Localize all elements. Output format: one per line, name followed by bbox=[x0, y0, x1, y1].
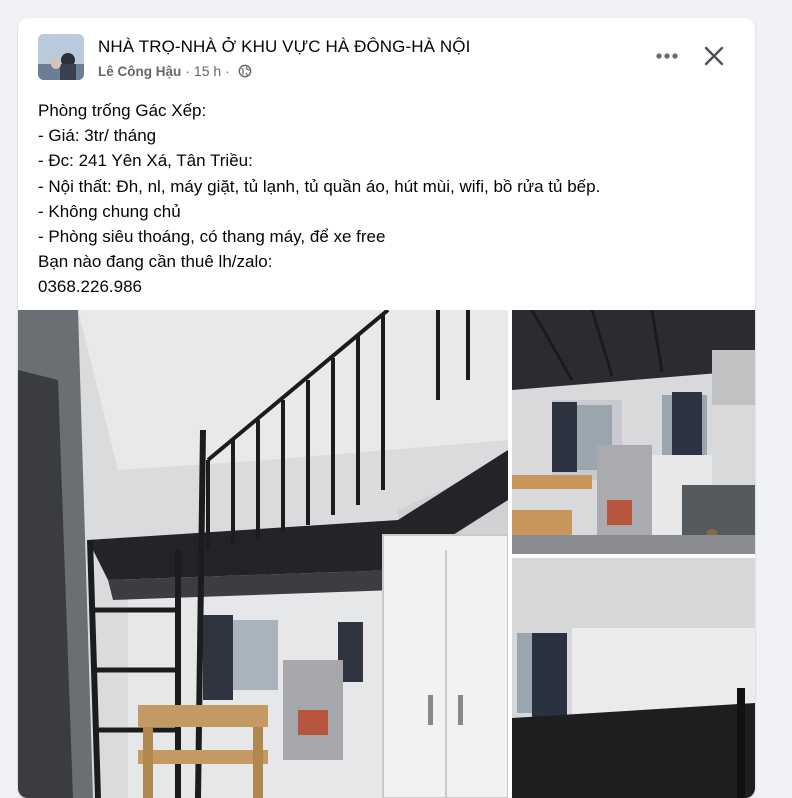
more-options-icon bbox=[656, 53, 678, 59]
post-card: NHÀ TRỌ-NHÀ Ở KHU VỰC HÀ ĐÔNG-HÀ NỘI Lê … bbox=[18, 18, 755, 798]
post-meta: Lê Công Hậu · 15 h · bbox=[98, 63, 252, 79]
post-line: Bạn nào đang cần thuê lh/zalo: bbox=[38, 252, 273, 272]
photo-main[interactable] bbox=[18, 310, 508, 798]
meta-separator-2: · bbox=[225, 63, 230, 79]
close-button[interactable] bbox=[698, 40, 730, 72]
photo-room[interactable] bbox=[512, 558, 755, 798]
group-avatar[interactable] bbox=[38, 34, 84, 80]
photo-kitchen[interactable] bbox=[512, 310, 755, 554]
post-line: Phòng trống Gác Xếp: bbox=[38, 101, 207, 120]
post-line: - Phòng siêu thoáng, có thang máy, để xe… bbox=[38, 227, 386, 247]
post-body: Phòng trống Gác Xếp: - Giá: 3tr/ tháng -… bbox=[38, 98, 738, 300]
post-header: NHÀ TRỌ-NHÀ Ở KHU VỰC HÀ ĐÔNG-HÀ NỘI Lê … bbox=[18, 18, 755, 98]
photo-grid bbox=[18, 310, 755, 798]
more-options-button[interactable] bbox=[651, 44, 683, 68]
post-line: - Giá: 3tr/ tháng bbox=[38, 126, 157, 146]
post-line: - Đc: 241 Yên Xá, Tân Triều: bbox=[38, 151, 253, 171]
group-name-link[interactable]: NHÀ TRỌ-NHÀ Ở KHU VỰC HÀ ĐÔNG-HÀ NỘI bbox=[98, 37, 470, 57]
close-icon bbox=[704, 46, 724, 66]
author-link[interactable]: Lê Công Hậu bbox=[98, 64, 181, 79]
globe-icon[interactable] bbox=[238, 64, 252, 78]
post-time[interactable]: 15 h bbox=[194, 63, 221, 79]
post-line: - Nội thất: Đh, nl, máy giặt, tủ lạnh, t… bbox=[38, 176, 601, 196]
meta-separator: · bbox=[185, 63, 190, 79]
phone-number: 0368.226.986 bbox=[38, 277, 142, 297]
post-line: - Không chung chủ bbox=[38, 201, 181, 221]
